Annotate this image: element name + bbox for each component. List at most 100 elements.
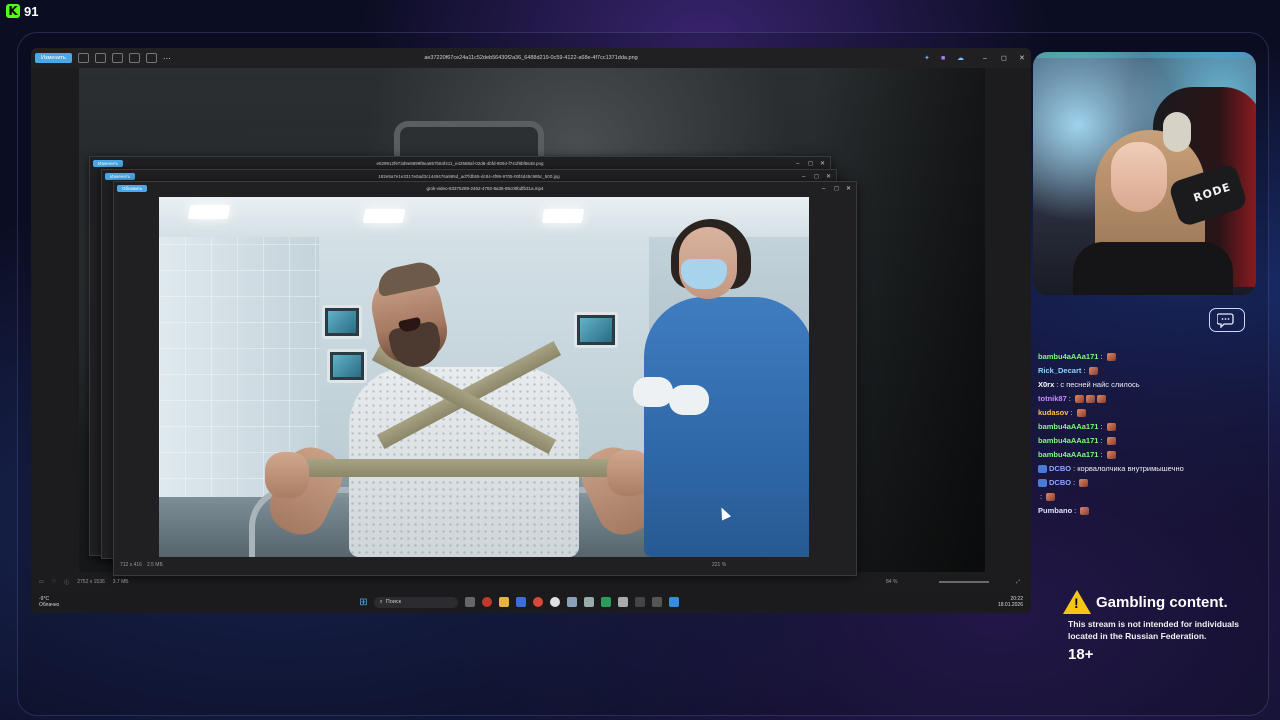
gallery-icon[interactable] [128, 53, 140, 63]
video-maximize-icon[interactable]: ◻ [834, 185, 839, 192]
chat-separator: : [1100, 436, 1103, 445]
headphones [1163, 112, 1191, 152]
weather-desc: Облачно [39, 602, 60, 608]
desktop-capture: Изменить ⋯ ae37220f67ce24a11c52deb56430f… [31, 48, 1031, 613]
favorite-icon[interactable]: ♡ [52, 579, 56, 585]
chat-separator: : [1083, 366, 1086, 375]
chat-separator: : [1068, 394, 1071, 403]
app-icon[interactable] [532, 597, 543, 607]
zoom-slider[interactable] [939, 581, 989, 583]
filmstrip-icon[interactable]: ▭ [39, 579, 44, 585]
taskbar-search[interactable]: ⌕ Поиск [373, 596, 458, 608]
window-b-title: e529912f973d9e8899f8ea857b84f411_e42588a… [376, 161, 544, 166]
emote-icon [1074, 395, 1084, 403]
share-icon[interactable] [145, 53, 157, 63]
chat-text: корвалолчика внутримышечно [1077, 464, 1184, 473]
emote-icon [1106, 423, 1116, 431]
chat-username[interactable]: bambu4aAAa171 [1038, 350, 1098, 364]
taskbar-clock[interactable]: 20:22 18.01.2026 [998, 596, 1023, 608]
background-monitor [394, 121, 544, 161]
chat-toggle-button[interactable] [1209, 308, 1245, 332]
start-icon[interactable]: ⊞ [359, 597, 367, 608]
chat-username[interactable]: kudasov [1038, 406, 1068, 420]
chat-username[interactable]: DCBO [1049, 462, 1071, 476]
minimize-icon[interactable]: – [983, 55, 987, 62]
chat-separator: : [1100, 352, 1103, 361]
app-icon[interactable] [600, 597, 611, 607]
window-b-minimize-icon[interactable]: – [796, 161, 799, 167]
settings-icon[interactable] [566, 597, 577, 607]
more-icon[interactable]: ⋯ [163, 54, 171, 63]
chat-message: DCBO: [1038, 476, 1268, 490]
window-c-maximize-icon[interactable]: ◻ [814, 173, 819, 180]
video-window-title: grok-video-83375289-2462-4782-8a35-85c00… [426, 186, 544, 191]
emote-icon [1089, 367, 1099, 375]
chat-separator: : [1074, 506, 1077, 515]
window-c-close-icon[interactable]: ✕ [826, 173, 831, 180]
rgb-lighting [1033, 52, 1256, 58]
weather-widget[interactable]: -9°C Облачно [39, 596, 59, 608]
emote-icon [1106, 437, 1116, 445]
chat-message: bambu4aAAa171: [1038, 448, 1268, 462]
video-minimize-icon[interactable]: – [822, 186, 825, 192]
rotate-icon[interactable] [77, 53, 89, 63]
emote-icon [1080, 507, 1090, 515]
app-icon[interactable] [583, 597, 594, 607]
nurse-glove [633, 377, 673, 407]
chat-username[interactable]: X0rx [1038, 378, 1054, 392]
video-window-toolbar: Обновить grok-video-83375289-2462-4782-8… [114, 182, 856, 195]
chat-text: с песней найс слилось [1060, 380, 1140, 389]
maximize-icon[interactable]: ◻ [1001, 54, 1007, 62]
print-icon[interactable] [111, 53, 123, 63]
streamer-shirt [1073, 242, 1233, 295]
chat-separator: : [1070, 408, 1073, 417]
app-icon[interactable] [651, 597, 662, 607]
chat-username[interactable]: DCBO [1049, 476, 1071, 490]
opera-icon[interactable] [481, 597, 492, 607]
chat-message: Pumbano: [1038, 504, 1268, 518]
app-icon[interactable] [617, 597, 628, 607]
chat-message: Rick_Decart: [1038, 364, 1268, 378]
image-zoom[interactable]: 84 % [886, 579, 897, 585]
kick-logo-icon: K [6, 4, 20, 18]
chat-username[interactable]: Rick_Decart [1038, 364, 1081, 378]
onedrive-icon[interactable]: ☁ [957, 54, 964, 62]
chat-username[interactable]: bambu4aAAa171 [1038, 448, 1098, 462]
info-icon[interactable]: ⓘ [64, 579, 69, 586]
channel-brand: K 91 [6, 3, 38, 19]
viewer-count: 91 [24, 3, 39, 19]
window-c-minimize-icon[interactable]: – [802, 174, 805, 180]
nurse-glove [669, 385, 709, 415]
app-icon[interactable] [634, 597, 645, 607]
emote-icon [1046, 493, 1056, 501]
fullscreen-icon[interactable]: ⤢ [1016, 579, 1020, 585]
window-b-maximize-icon[interactable]: ◻ [808, 160, 813, 167]
restraint-strap [299, 459, 649, 477]
chat-message: bambu4aAAa171: [1038, 420, 1268, 434]
emote-icon [1076, 409, 1086, 417]
medical-monitor [574, 312, 618, 348]
chat-username[interactable]: bambu4aAAa171 [1038, 434, 1098, 448]
copilot-icon[interactable]: ✦ [924, 54, 930, 62]
chat-username[interactable]: totnik87 [1038, 392, 1067, 406]
task-view-icon[interactable] [464, 597, 475, 607]
clipchamp-icon[interactable]: ■ [941, 55, 945, 62]
window-b-close-icon[interactable]: ✕ [820, 160, 825, 167]
video-zoom[interactable]: 221 % [712, 562, 726, 568]
chat-message: : [1038, 490, 1268, 504]
warning-icon: ! [1063, 590, 1091, 614]
chat-username[interactable]: bambu4aAAa171 [1038, 420, 1098, 434]
chat-separator: : [1100, 422, 1103, 431]
chat-username[interactable]: Pumbano [1038, 504, 1072, 518]
app-icon[interactable] [515, 597, 526, 607]
delete-icon[interactable] [94, 53, 106, 63]
main-viewer-title: ae37220f67ce24a11c52deb56430f2a36_6488d2… [424, 55, 638, 61]
image-size: 3.7 МБ [112, 579, 129, 585]
video-close-icon[interactable]: ✕ [846, 185, 851, 192]
photos-icon[interactable] [668, 597, 679, 607]
nurse-mask [681, 259, 727, 289]
edit-button[interactable]: Изменить [35, 53, 72, 63]
app-icon[interactable] [549, 597, 560, 607]
close-icon[interactable]: ✕ [1019, 54, 1025, 62]
explorer-icon[interactable] [498, 597, 509, 607]
